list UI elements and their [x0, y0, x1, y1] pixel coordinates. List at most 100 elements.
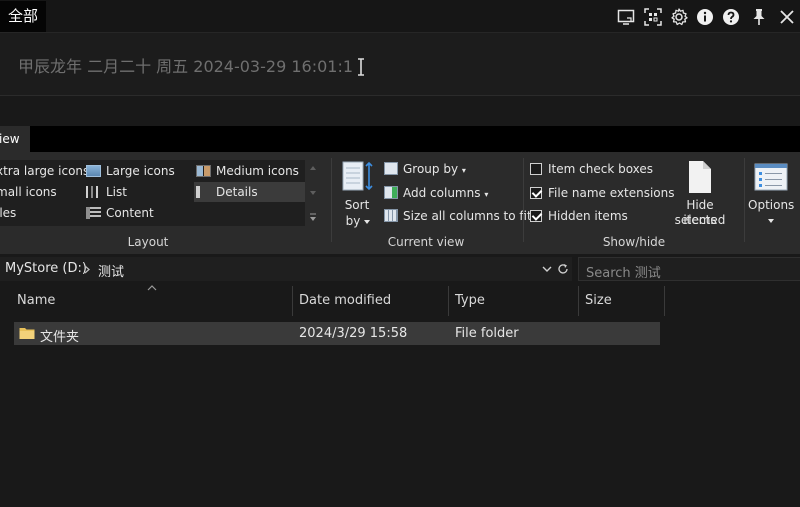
ribbon: xtra large icons Large icons Medium icon…: [0, 152, 800, 254]
info-icon[interactable]: [692, 4, 718, 30]
launcher-toolbar: [612, 0, 800, 33]
group-by-icon: [384, 162, 398, 175]
file-type: File folder: [455, 326, 519, 341]
hidden-items-label: Hidden items: [548, 209, 628, 223]
launcher-input[interactable]: 甲辰龙年 二月二十 周五 2024-03-29 16:01:1: [0, 33, 800, 96]
close-icon[interactable]: [774, 4, 800, 30]
search-input[interactable]: Search 测试: [578, 257, 800, 281]
separator: [331, 158, 332, 242]
layout-details[interactable]: Details: [194, 182, 305, 202]
file-name-extensions-toggle[interactable]: File name extensions: [530, 183, 675, 203]
layout-extra-large-icons[interactable]: xtra large icons: [0, 161, 89, 181]
chevron-down-icon: [768, 219, 774, 223]
details-icon: [196, 186, 200, 198]
hide-selected-label-2: items: [683, 213, 717, 227]
table-row[interactable]: 文件夹 2024/3/29 15:58 File folder: [14, 322, 660, 345]
folder-icon: [19, 328, 35, 339]
chevron-down-icon[interactable]: [542, 266, 552, 272]
options-label: Options: [748, 198, 795, 212]
file-name-extensions-checkbox[interactable]: [530, 187, 542, 199]
add-columns-button[interactable]: Add columns ▾: [384, 183, 488, 203]
sort-ascending-icon: [147, 285, 157, 291]
chevron-down-icon: ▾: [461, 166, 466, 175]
hide-selected-icon: [689, 161, 711, 193]
layout-list-label: List: [106, 185, 127, 199]
layout-tiles[interactable]: iles: [0, 203, 16, 223]
item-check-boxes-label: Item check boxes: [548, 162, 654, 176]
text-cursor-icon: [358, 58, 364, 76]
hidden-items-checkbox[interactable]: [530, 210, 542, 222]
file-name-extensions-label: File name extensions: [548, 186, 675, 200]
size-all-label: Size all columns to fit: [403, 209, 532, 223]
options-button[interactable]: Options: [748, 158, 794, 232]
refresh-icon[interactable]: [557, 263, 569, 275]
window-gap: [0, 96, 800, 126]
column-divider[interactable]: [578, 286, 579, 316]
separator: [744, 158, 745, 242]
layout-tiles-label: iles: [0, 206, 17, 220]
hide-selected-items-button[interactable]: Hide selected items: [663, 158, 737, 232]
address-bar[interactable]: MyStore (D:) 测试: [0, 257, 572, 281]
medium-icons-icon: [196, 165, 211, 177]
ribbon-tabs: iew: [0, 126, 800, 152]
column-divider[interactable]: [292, 286, 293, 316]
list-icon: [86, 186, 101, 198]
tab-view[interactable]: iew: [0, 126, 30, 152]
item-check-boxes-toggle[interactable]: Item check boxes: [530, 159, 653, 179]
chevron-right-icon[interactable]: [84, 265, 90, 274]
layout-scroll-icon[interactable]: [307, 160, 319, 226]
separator: [523, 158, 524, 242]
group-by-button[interactable]: Group by ▾: [384, 159, 466, 179]
show-hide-group-label: Show/hide: [602, 235, 666, 249]
column-header-size[interactable]: Size: [585, 284, 612, 316]
layout-group-label: Layout: [127, 235, 169, 249]
item-check-boxes-checkbox[interactable]: [530, 163, 542, 175]
layout-large-label: Large icons: [106, 164, 175, 178]
file-list: Name Date modified Type Size 文件夹 2024/3/…: [0, 284, 800, 507]
chevron-down-icon: ▾: [484, 190, 489, 199]
tab-all[interactable]: 全部: [0, 1, 46, 32]
file-name: 文件夹: [40, 330, 80, 345]
column-header-date-modified[interactable]: Date modified: [299, 284, 391, 316]
layout-small-label: mall icons: [0, 185, 57, 199]
column-header-name[interactable]: Name: [17, 284, 55, 316]
file-date-modified: 2024/3/29 15:58: [299, 326, 408, 341]
layout-small-icons[interactable]: mall icons: [0, 182, 57, 202]
size-all-columns-button[interactable]: Size all columns to fit: [384, 206, 532, 226]
help-icon[interactable]: [718, 4, 744, 30]
pin-icon[interactable]: [744, 4, 774, 30]
layout-content[interactable]: Content: [86, 203, 154, 223]
breadcrumb-drive[interactable]: MyStore (D:): [5, 261, 87, 276]
layout-extra-large-label: xtra large icons: [0, 164, 90, 178]
input-text: 甲辰龙年 二月二十 周五 2024-03-29 16:01:1: [18, 57, 354, 76]
layout-gallery: xtra large icons Large icons Medium icon…: [0, 160, 305, 226]
layout-details-label: Details: [216, 185, 258, 199]
layout-medium-label: Medium icons: [216, 164, 299, 178]
screen-icon[interactable]: [612, 4, 640, 30]
add-columns-label: Add columns: [403, 186, 481, 200]
layout-list[interactable]: List: [86, 182, 127, 202]
search-placeholder: Search 测试: [586, 266, 661, 281]
sort-by-button[interactable]: Sort by: [340, 158, 376, 232]
launcher-top-bar: 全部: [0, 0, 800, 33]
large-icons-icon: [86, 165, 101, 177]
group-by-label: Group by: [403, 162, 459, 176]
gear-icon[interactable]: [666, 4, 692, 30]
sort-icon: [342, 161, 373, 191]
sort-label: Sort: [344, 198, 370, 212]
scan-icon[interactable]: [640, 4, 666, 30]
column-divider[interactable]: [664, 286, 665, 316]
chevron-down-icon: [364, 220, 370, 224]
current-view-group-label: Current view: [387, 235, 465, 249]
column-header-type[interactable]: Type: [455, 284, 485, 316]
column-divider[interactable]: [448, 286, 449, 316]
layout-medium-icons[interactable]: Medium icons: [196, 161, 299, 181]
layout-large-icons[interactable]: Large icons: [86, 161, 175, 181]
hidden-items-toggle[interactable]: Hidden items: [530, 206, 628, 226]
address-row: MyStore (D:) 测试 Search 测试: [0, 254, 800, 284]
size-columns-icon: [384, 209, 398, 222]
options-icon: [754, 163, 788, 191]
content-icon: [86, 207, 101, 219]
add-columns-icon: [384, 186, 398, 199]
breadcrumb-folder[interactable]: 测试: [98, 261, 124, 280]
